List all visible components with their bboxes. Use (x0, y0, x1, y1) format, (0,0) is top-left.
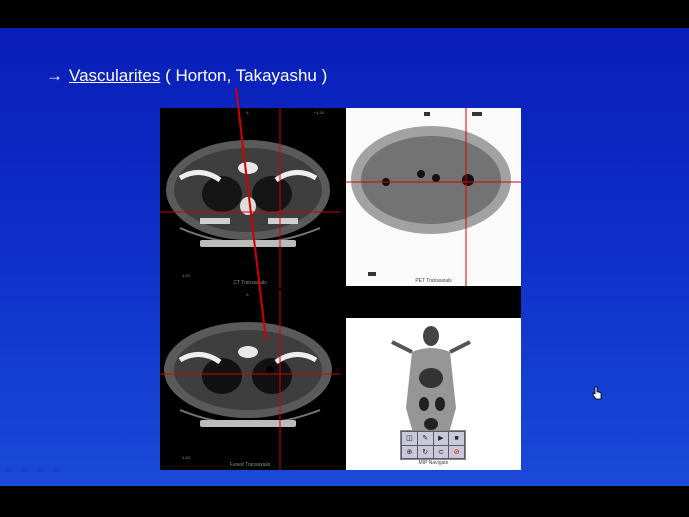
pen-icon[interactable] (38, 468, 44, 472)
presentation-slide: → Vascularites ( Horton, Takayashu ) A +… (0, 28, 689, 486)
slide-controls[interactable] (6, 468, 60, 472)
prev-slide-icon[interactable] (6, 468, 12, 472)
bottom-bar (0, 486, 689, 517)
next-slide-icon[interactable] (54, 468, 60, 472)
annotation-line (235, 87, 267, 341)
menu-icon[interactable] (22, 468, 28, 472)
hand-pointer-icon (592, 386, 602, 400)
